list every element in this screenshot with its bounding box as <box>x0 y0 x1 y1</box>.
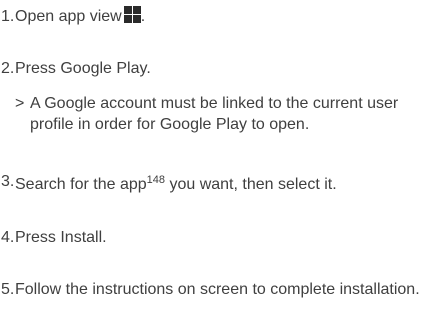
step-text: Open app view. <box>15 6 145 27</box>
step-number: 1. <box>1 8 15 25</box>
step-text: Press Install. <box>15 229 107 246</box>
step-text: Search for the app148 you want, then sel… <box>15 174 337 195</box>
step-text: Follow the instructions on screen to com… <box>15 281 420 298</box>
step-number: 2. <box>1 60 15 77</box>
step-text: Press Google Play. <box>15 60 151 77</box>
step-number: 4. <box>1 229 15 246</box>
note-marker: > <box>15 95 25 112</box>
step-end: . <box>140 8 146 25</box>
step-text-before: Search for the app <box>15 176 147 193</box>
note-text: A Google account must be linked to the c… <box>30 95 399 133</box>
step-label: Open app view <box>15 8 122 25</box>
footnote-reference: 148 <box>146 174 165 186</box>
step-number: 3. <box>1 173 15 190</box>
app-view-grid-icon <box>123 6 141 23</box>
step-text-after: you want, then select it. <box>165 176 337 193</box>
step-number: 5. <box>1 281 15 298</box>
